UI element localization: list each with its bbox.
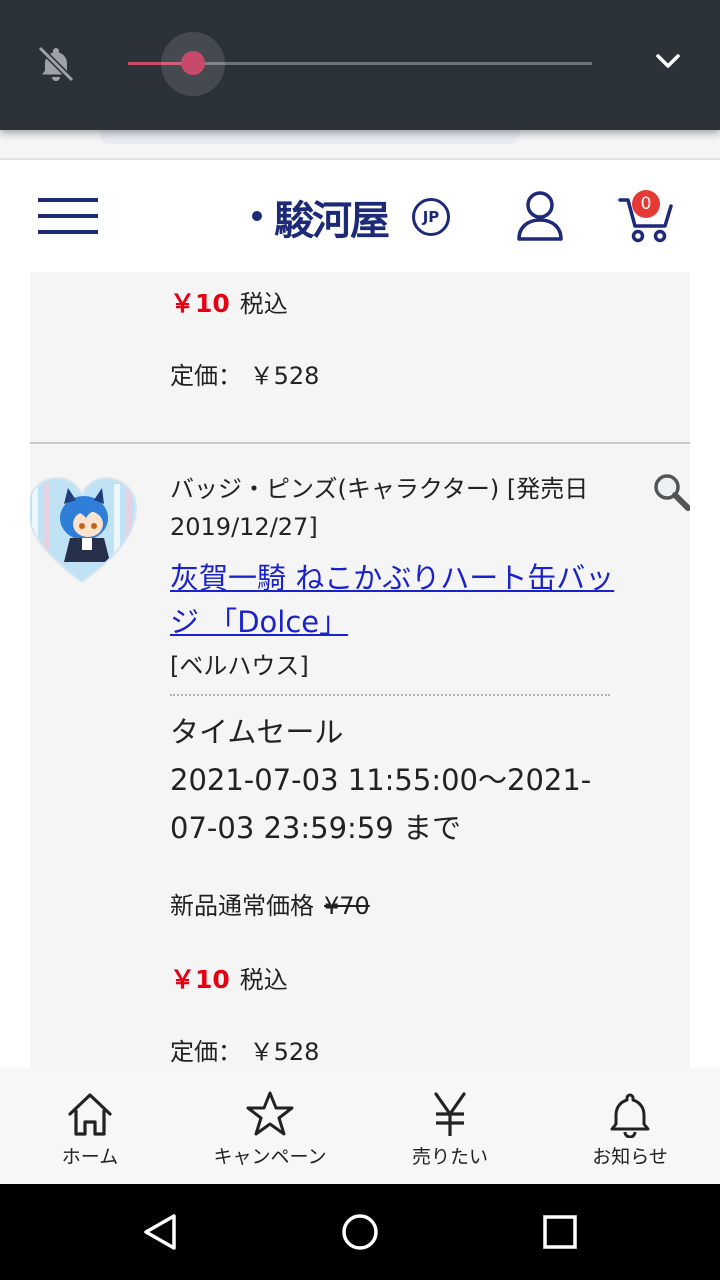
nav-label: キャンペーン (213, 1146, 327, 1168)
price-value: ￥10 (170, 289, 230, 318)
yen-icon (434, 1092, 466, 1136)
item-title-link[interactable]: 灰賀一騎 ねこかぶりハート缶バッジ 「Dolce」 (170, 556, 620, 644)
product-image[interactable] (30, 474, 140, 586)
logo-dot (252, 211, 262, 221)
logo-text: 駿河屋 (274, 197, 390, 244)
nav-label: ホーム (61, 1146, 119, 1168)
normal-price: 新品通常価格 ¥70 (170, 886, 370, 921)
product-list: ￥10 税込 定価： ￥528 バッジ・ピンズ(キャラクター) [発売日 201… (30, 272, 690, 1068)
home-circle-icon[interactable] (338, 1210, 382, 1254)
normal-price-value: ¥70 (324, 892, 370, 920)
tax-label: 税込 (239, 290, 288, 318)
system-navigation-bar (0, 1184, 720, 1280)
star-icon (246, 1091, 294, 1136)
normal-price-label: 新品通常価格 (170, 892, 314, 920)
timesale-block: タイムセール 2021-07-03 11:55:00〜2021-07-03 23… (170, 708, 620, 852)
timesale-label: タイムセール (170, 715, 344, 749)
timesale-period: 2021-07-03 11:55:00〜2021-07-03 23:59:59 … (170, 763, 592, 845)
nav-item-sell[interactable]: 売りたい (360, 1068, 540, 1184)
item-maker: [ベルハウス] (170, 652, 309, 680)
home-icon (68, 1093, 112, 1136)
site-header: 駿河屋 JP 0 (0, 160, 720, 272)
chevron-down-icon[interactable] (648, 44, 688, 80)
nav-item-home[interactable]: ホーム (0, 1068, 180, 1184)
site-logo[interactable]: 駿河屋 JP (252, 184, 452, 244)
item-category: バッジ・ピンズ(キャラクター) [発売日 2019/12/27] (170, 475, 589, 541)
item-divider (30, 442, 690, 444)
nav-item-notifications[interactable]: お知らせ (540, 1068, 720, 1184)
menu-button[interactable] (38, 198, 98, 234)
recents-icon[interactable] (538, 1210, 582, 1254)
bottom-navigation: ホーム キャンペーン 売りたい お知らせ (0, 1068, 720, 1184)
bell-muted-icon[interactable] (34, 42, 78, 86)
item-sale-price: ￥10 税込 (170, 960, 288, 996)
account-icon[interactable] (515, 190, 565, 242)
nav-label: 売りたい (411, 1146, 488, 1168)
bell-icon (610, 1093, 650, 1138)
zoom-search-icon[interactable] (652, 472, 690, 512)
prev-item-sale-price: ￥10 税込 (170, 284, 288, 320)
volume-panel (0, 0, 720, 130)
item-dotted-divider (170, 694, 610, 696)
back-icon[interactable] (138, 1210, 182, 1254)
tax-label: 税込 (239, 966, 288, 994)
search-bar-background (0, 124, 720, 160)
price-value: ￥10 (170, 965, 230, 994)
cart-count-badge: 0 (632, 190, 660, 218)
volume-thumb[interactable] (181, 51, 205, 75)
item-list-price: 定価： ￥528 (170, 1038, 320, 1066)
volume-slider[interactable] (128, 32, 592, 96)
prev-item-list-price: 定価： ￥528 (170, 362, 320, 390)
nav-item-campaign[interactable]: キャンペーン (180, 1068, 360, 1184)
nav-label: お知らせ (592, 1146, 668, 1168)
logo-badge: JP (412, 198, 450, 236)
